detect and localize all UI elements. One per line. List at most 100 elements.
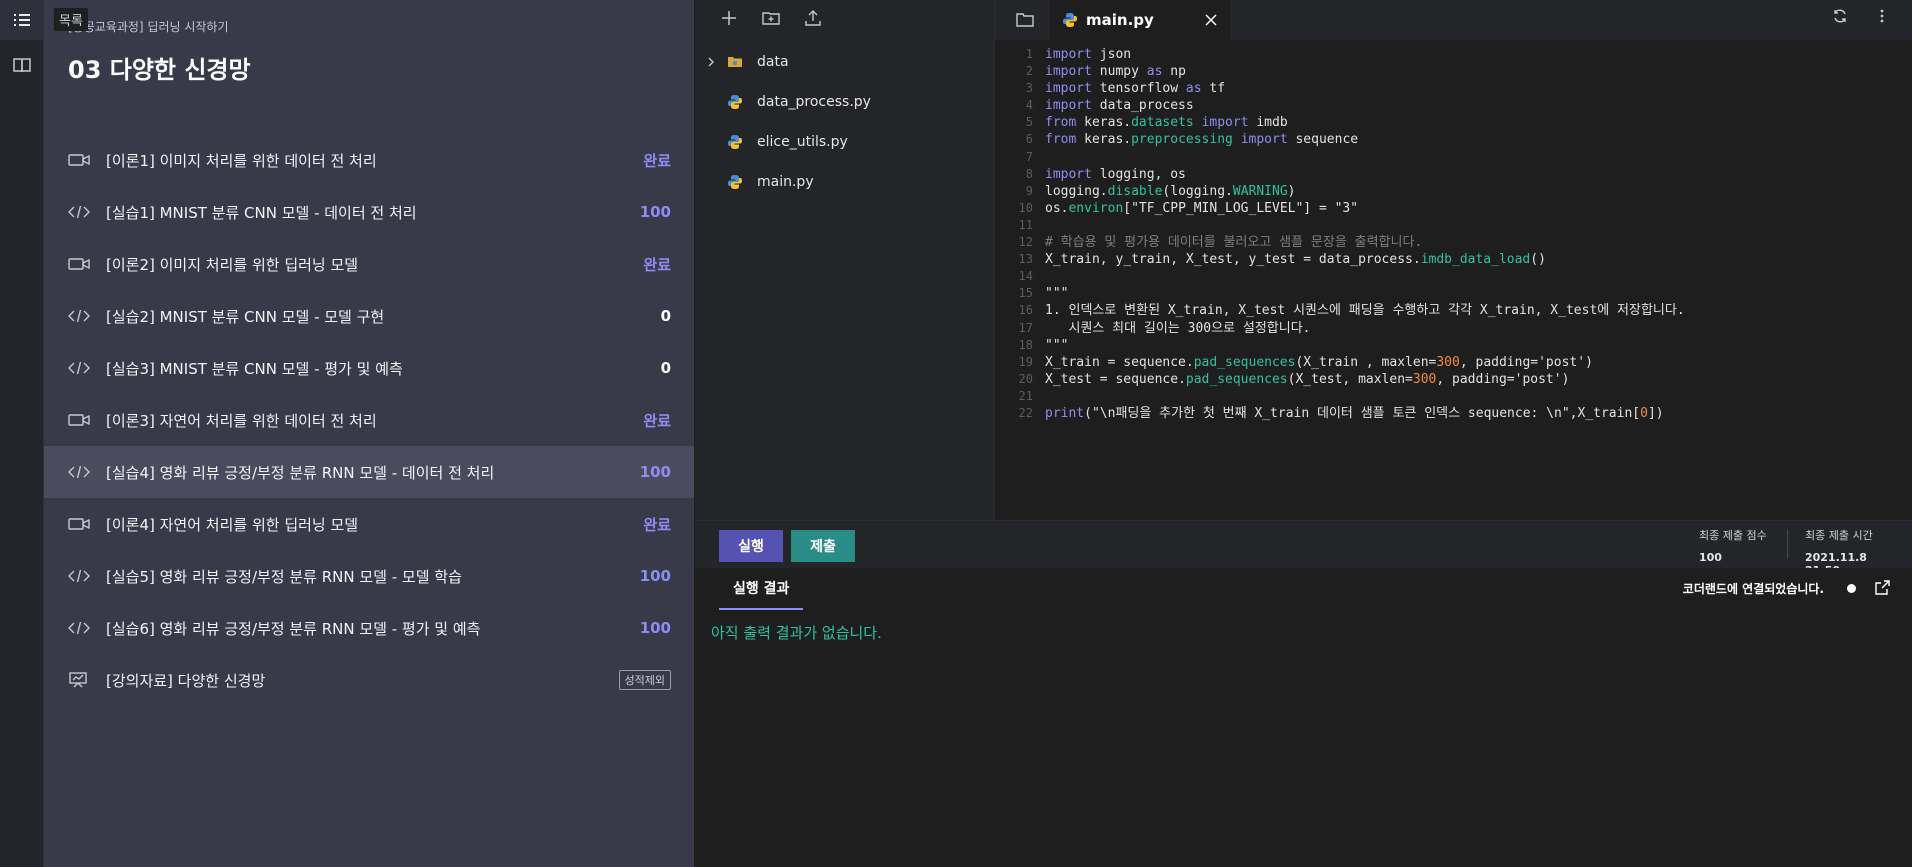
open-external-button[interactable] (1874, 579, 1894, 599)
lesson-status: 완료 (643, 255, 671, 274)
final-time-label: 최종 제출 시간 (1805, 529, 1873, 542)
presentation-icon (68, 671, 94, 689)
output-panel: 실행 결과 코더랜드에 연결되었습니다. 아직 출력 결과가 없습니다. (695, 568, 1912, 867)
line-number: 9 (1025, 183, 1033, 198)
code-line: 8 import logging, os (995, 166, 1912, 183)
upload-button[interactable] (803, 8, 823, 28)
lesson-label: [실습6] 영화 리뷰 긍정/부정 분류 RNN 모델 - 평가 및 예측 (106, 619, 481, 638)
tab-main-py[interactable]: main.py (1050, 0, 1230, 40)
lesson-item[interactable]: [강의자료] 다양한 신경망 성적제외 (44, 654, 694, 706)
lesson-status: 완료 (643, 515, 671, 534)
list-button[interactable] (0, 0, 44, 40)
lesson-item[interactable]: [실습6] 영화 리뷰 긍정/부정 분류 RNN 모델 - 평가 및 예측 10… (44, 602, 694, 654)
code-line: 19 X_train = sequence.pad_sequences(X_tra… (995, 354, 1912, 371)
close-tab-button[interactable] (1204, 13, 1218, 27)
file-item-data-process[interactable]: data_process.py (695, 82, 994, 122)
new-folder-button[interactable] (761, 8, 781, 28)
explorer-toolbar (695, 0, 994, 36)
more-button[interactable] (1874, 8, 1892, 26)
file-name: data (757, 54, 789, 70)
final-score-label: 최종 제출 점수 (1699, 529, 1767, 542)
connection-status: 코더랜드에 연결되었습니다. (1682, 582, 1824, 596)
code-line: 11 (995, 217, 1912, 234)
lesson-label: [이론4] 자연어 처리를 위한 딥러닝 모델 (106, 515, 359, 534)
code-text: from keras.datasets import imdb (1045, 115, 1288, 131)
lesson-status: 100 (639, 567, 671, 585)
lesson-item[interactable]: [이론4] 자연어 처리를 위한 딥러닝 모델 완료 (44, 498, 694, 550)
file-item-main[interactable]: main.py (695, 162, 994, 202)
code-icon (68, 619, 94, 637)
code-line: 22 print("\n패딩을 추가한 첫 번째 X_train 데이터 샘플 토… (995, 405, 1912, 422)
more-vertical-icon (1880, 9, 1884, 23)
code-line: 17 시퀀스 최대 길이는 300으로 설정합니다. (995, 320, 1912, 337)
icon-rail (0, 0, 44, 867)
code-icon (68, 359, 94, 377)
video-icon (68, 151, 94, 169)
tab-run-result[interactable]: 실행 결과 (719, 568, 804, 610)
lesson-item[interactable]: [이론2] 이미지 처리를 위한 딥러닝 모델 완료 (44, 238, 694, 290)
toggle-explorer-button[interactable] (1010, 5, 1040, 35)
lesson-item[interactable]: [이론3] 자연어 처리를 위한 데이터 전 처리 완료 (44, 394, 694, 446)
code-area[interactable]: 1 import json 2 import numpy as np 3 import t… (995, 46, 1912, 422)
line-number: 3 (1025, 81, 1033, 96)
refresh-button[interactable] (1832, 8, 1850, 26)
line-number: 12 (1018, 235, 1033, 250)
code-editor: main.py 1 import json 2 import numpy as np 3… (995, 0, 1912, 520)
lesson-label: [강의자료] 다양한 신경망 (106, 671, 266, 690)
python-icon (727, 134, 743, 150)
folder-plus-icon (762, 12, 780, 25)
code-line: 16 1. 인덱스로 변환된 X_train, X_test 시퀀스에 패딩을 수… (995, 302, 1912, 319)
file-item-data[interactable]: data (695, 42, 994, 82)
code-line: 2 import numpy as np (995, 63, 1912, 80)
code-line: 1 import json (995, 46, 1912, 63)
course-title: 03 다양한 신경망 (68, 56, 251, 84)
line-number: 6 (1025, 132, 1033, 147)
code-text: import json (1045, 47, 1132, 62)
final-score-value: 100 (1699, 551, 1722, 564)
lesson-status: 100 (639, 203, 671, 221)
course-subtitle: [공공교육과정] 딥러닝 시작하기 (68, 20, 229, 34)
run-button[interactable]: 실행 (719, 530, 783, 562)
code-line: 7 (995, 149, 1912, 166)
code-text: """ (1045, 337, 1069, 353)
lesson-item[interactable]: [실습1] MNIST 분류 CNN 모델 - 데이터 전 처리 100 (44, 186, 694, 238)
code-text: import data_process (1045, 98, 1194, 114)
plus-icon (722, 11, 736, 25)
new-file-button[interactable] (719, 8, 739, 28)
lesson-status: 100 (639, 619, 671, 637)
folder-outline-icon (1016, 13, 1034, 27)
book-button[interactable] (0, 45, 44, 85)
line-number: 18 (1018, 337, 1033, 352)
lesson-status: 0 (660, 359, 671, 377)
lesson-label: [이론3] 자연어 처리를 위한 데이터 전 처리 (106, 411, 377, 430)
upload-icon (805, 10, 821, 26)
code-text: 1. 인덱스로 변환된 X_train, X_test 시퀀스에 패딩을 수행하… (1045, 303, 1685, 319)
file-item-elice-utils[interactable]: elice_utils.py (695, 122, 994, 162)
code-line: 15 """ (995, 285, 1912, 302)
app: 목록 [공공교육과정] 딥러닝 시작하기 03 다양한 신경망 [이론1] 이미… (0, 0, 1912, 867)
close-icon (1205, 14, 1217, 26)
line-number: 16 (1018, 303, 1033, 318)
file-name: elice_utils.py (757, 134, 848, 150)
course-panel: 목록 [공공교육과정] 딥러닝 시작하기 03 다양한 신경망 [이론1] 이미… (44, 0, 694, 867)
list-tooltip: 목록 (54, 8, 88, 31)
code-line: 13 X_train, y_train, X_test, y_test = dat… (995, 251, 1912, 268)
lesson-item[interactable]: [실습2] MNIST 분류 CNN 모델 - 모델 구현 0 (44, 290, 694, 342)
code-line: 21 (995, 388, 1912, 405)
line-number: 8 (1025, 166, 1033, 181)
code-text: logging.disable(logging.WARNING) (1045, 183, 1296, 199)
lesson-status: 0 (660, 307, 671, 325)
lesson-item[interactable]: [실습3] MNIST 분류 CNN 모델 - 평가 및 예측 0 (44, 342, 694, 394)
code-text: 시퀀스 최대 길이는 300으로 설정합니다. (1045, 320, 1311, 336)
line-number: 11 (1018, 217, 1033, 232)
tab-label: main.py (1086, 11, 1154, 29)
submit-button[interactable]: 제출 (791, 530, 855, 562)
folder-icon (727, 54, 743, 70)
code-text: X_test = sequence.pad_sequences(X_test, … (1045, 371, 1570, 387)
line-number: 2 (1025, 64, 1033, 79)
code-line: 4 import data_process (995, 97, 1912, 114)
lesson-item[interactable]: [실습5] 영화 리뷰 긍정/부정 분류 RNN 모델 - 모델 학습 100 (44, 550, 694, 602)
line-number: 19 (1018, 354, 1033, 369)
lesson-item-active[interactable]: [실습4] 영화 리뷰 긍정/부정 분류 RNN 모델 - 데이터 전 처리 1… (44, 446, 694, 498)
lesson-item[interactable]: [이론1] 이미지 처리를 위한 데이터 전 처리 완료 (44, 134, 694, 186)
